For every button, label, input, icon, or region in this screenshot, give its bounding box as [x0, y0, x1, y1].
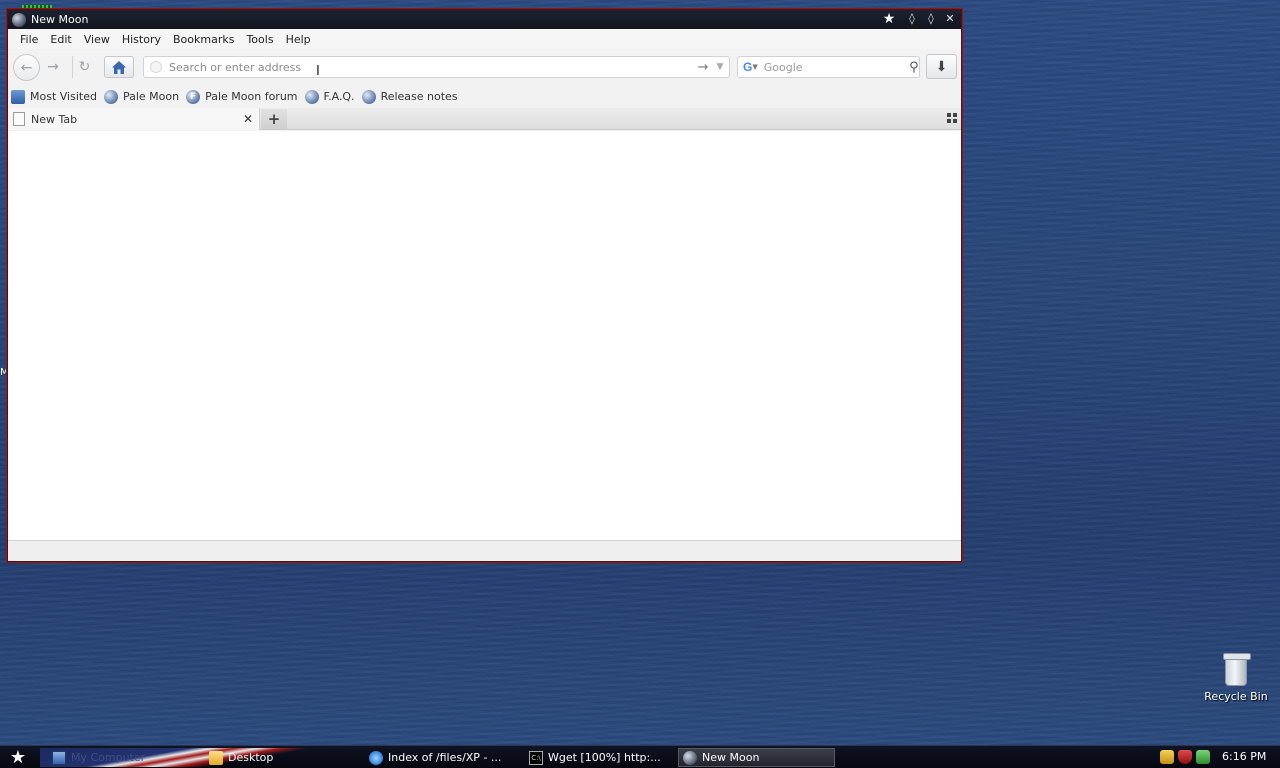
recycle-bin-label: Recycle Bin [1204, 690, 1268, 703]
bookmark-faq[interactable]: F.A.Q. [304, 89, 355, 104]
globe-icon [304, 89, 319, 104]
downloads-button[interactable]: ⬇ [926, 54, 957, 79]
taskbar-item-my-computer[interactable]: My Computer [48, 748, 198, 767]
menu-history[interactable]: History [116, 33, 167, 46]
search-input[interactable] [763, 60, 909, 74]
google-icon[interactable]: G [743, 60, 752, 74]
go-arrow-icon[interactable]: → [695, 60, 711, 75]
tab-new-tab[interactable]: New Tab ✕ [8, 108, 260, 130]
close-button[interactable]: ✕ [943, 12, 957, 26]
taskbar: ★ My Computer Desktop Index of /files/XP… [0, 745, 1280, 768]
cmd-icon: C:\ [529, 750, 543, 765]
taskbar-item-desktop[interactable]: Desktop [205, 748, 355, 767]
shield-icon[interactable] [1178, 750, 1192, 764]
tab-close-icon[interactable]: ✕ [240, 112, 256, 126]
star-icon[interactable]: ★ [882, 12, 896, 26]
menu-bar: File Edit View History Bookmarks Tools H… [8, 29, 961, 49]
title-bar[interactable]: New Moon ★ ◊ ◊ ✕ [8, 10, 961, 29]
download-arrow-icon: ⬇ [935, 58, 948, 75]
forward-button[interactable]: → [42, 56, 64, 78]
bookmark-label: Most Visited [30, 90, 97, 103]
address-bar[interactable]: → ▼ [143, 56, 730, 78]
menu-edit[interactable]: Edit [44, 33, 77, 46]
bookmarks-toolbar: Most Visited Pale Moon F Pale Moon forum… [8, 85, 961, 108]
window-title: New Moon [31, 13, 89, 26]
taskbar-item-label: Desktop [228, 751, 274, 764]
most-visited-icon [11, 89, 25, 104]
recycle-bin-icon [1223, 653, 1251, 686]
clock[interactable]: 6:16 PM [1222, 750, 1266, 763]
computer-icon [52, 750, 66, 765]
back-arrow-icon: ← [20, 59, 33, 76]
taskbar-item-label: Wget [100%] http:... [548, 751, 661, 764]
minimize-button[interactable]: ◊ [905, 12, 919, 26]
ie-icon [369, 750, 383, 765]
bookmark-release-notes[interactable]: Release notes [361, 89, 458, 104]
menu-tools[interactable]: Tools [240, 33, 279, 46]
menu-bookmarks[interactable]: Bookmarks [167, 33, 240, 46]
address-input[interactable] [169, 60, 695, 74]
taskbar-item-wget[interactable]: C:\ Wget [100%] http:... [525, 748, 675, 767]
new-tab-button[interactable]: + [261, 109, 287, 129]
system-tray [1160, 750, 1210, 764]
forward-arrow-icon: → [47, 59, 59, 75]
page-content[interactable] [8, 131, 961, 540]
site-identity-icon[interactable] [150, 61, 162, 73]
bookmark-label: Pale Moon forum [205, 90, 298, 103]
recycle-bin[interactable]: Recycle Bin [1204, 653, 1268, 703]
maximize-button[interactable]: ◊ [924, 12, 938, 26]
page-icon [13, 112, 25, 126]
url-history-dropdown-icon[interactable]: ▼ [711, 62, 729, 72]
start-button[interactable]: ★ [4, 747, 32, 768]
home-icon [112, 60, 126, 74]
menu-file[interactable]: File [14, 33, 44, 46]
bookmark-label: Pale Moon [122, 90, 180, 103]
back-button[interactable]: ← [13, 54, 40, 81]
browser-window: New Moon ★ ◊ ◊ ✕ File Edit View History … [7, 9, 962, 562]
text-cursor-icon: I [316, 64, 320, 79]
taskbar-item-index[interactable]: Index of /files/XP - ... [365, 748, 520, 767]
network-icon[interactable] [1196, 750, 1210, 764]
menu-help[interactable]: Help [280, 33, 317, 46]
search-bar[interactable]: G ▼ ⚲ [737, 56, 920, 78]
keys-icon[interactable] [1160, 750, 1174, 764]
folder-icon [209, 750, 223, 765]
tab-grid-icon[interactable] [947, 113, 957, 123]
navigation-toolbar: ← → ↻ → ▼ G ▼ ⚲ ⬇ [8, 49, 961, 85]
pale-moon-icon [12, 12, 26, 27]
reload-icon: ↻ [78, 59, 91, 75]
reload-button[interactable]: ↻ [72, 56, 96, 78]
moon-icon [683, 750, 697, 765]
taskbar-item-label: My Computer [71, 751, 146, 764]
taskbar-item-label: New Moon [702, 751, 760, 764]
bookmark-most-visited[interactable]: Most Visited [11, 89, 97, 104]
taskbar-item-new-moon[interactable]: New Moon [678, 748, 835, 767]
bookmark-pale-moon-forum[interactable]: F Pale Moon forum [186, 89, 298, 104]
tab-label: New Tab [31, 112, 78, 126]
bookmark-pale-moon[interactable]: Pale Moon [103, 89, 180, 104]
engine-dropdown-icon[interactable]: ▼ [752, 63, 757, 71]
bookmark-label: F.A.Q. [323, 90, 355, 103]
bookmark-label: Release notes [380, 90, 458, 103]
home-button[interactable] [104, 56, 134, 78]
tab-strip: New Tab ✕ + [8, 108, 961, 130]
forum-icon: F [186, 89, 201, 104]
menu-view[interactable]: View [78, 33, 116, 46]
globe-icon [103, 89, 118, 104]
globe-icon [361, 89, 376, 104]
window-controls: ★ ◊ ◊ ✕ [882, 12, 957, 26]
search-icon[interactable]: ⚲ [909, 60, 919, 75]
status-bar [8, 540, 961, 561]
taskbar-item-label: Index of /files/XP - ... [388, 751, 502, 764]
